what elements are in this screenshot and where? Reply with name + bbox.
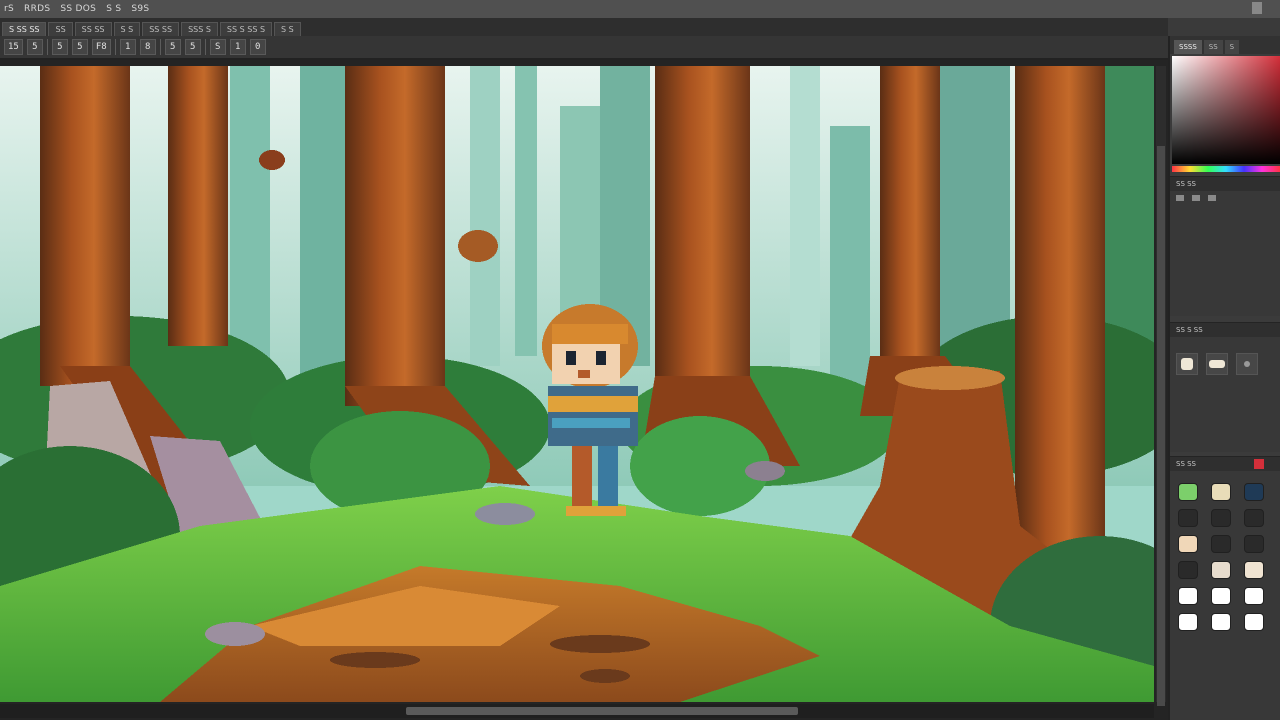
toolbar-button[interactable]: 5 xyxy=(164,39,181,55)
toolbar-button[interactable]: 1 xyxy=(119,39,136,55)
color-swatch[interactable] xyxy=(1178,561,1198,579)
document-tab[interactable]: SS S SS S xyxy=(219,22,273,36)
lock-icon[interactable] xyxy=(1208,195,1216,201)
brush-slot[interactable] xyxy=(1236,353,1258,375)
document-tab[interactable]: S SS SS xyxy=(2,22,47,36)
toolbar-button[interactable]: 0 xyxy=(249,39,266,55)
toolbar-button[interactable]: F8 xyxy=(91,39,111,55)
toolbar-button[interactable]: 15 xyxy=(4,39,23,55)
color-swatch[interactable] xyxy=(1244,561,1264,579)
toolbar-button[interactable]: 5 xyxy=(51,39,68,55)
section-title: SS S SS xyxy=(1176,326,1203,334)
toolbar-button[interactable]: 5 xyxy=(26,39,43,55)
right-side-panel: SSSS SS S SS SS SS S SS SS SS xyxy=(1168,36,1280,720)
brush-preview-icon xyxy=(1209,360,1225,368)
document-tab[interactable]: SSS S xyxy=(181,22,218,36)
tabbar-spacer xyxy=(1168,18,1280,36)
color-swatch[interactable] xyxy=(1178,483,1198,501)
scrollbar-thumb[interactable] xyxy=(406,707,798,715)
color-swatch[interactable] xyxy=(1211,483,1231,501)
scrollbar-thumb[interactable] xyxy=(1157,146,1165,706)
swatches-section: SS SS xyxy=(1170,456,1280,720)
brush-preview-icon xyxy=(1244,361,1250,367)
menu-item[interactable]: RRDS xyxy=(24,4,50,14)
document-tab-bar: S SS SS SS SS SS S S SS SS SSS S SS S SS… xyxy=(0,18,1168,36)
brush-grid xyxy=(1176,353,1276,375)
toolbar-button[interactable]: 5 xyxy=(184,39,201,55)
brush-section: SS S SS xyxy=(1170,322,1280,452)
color-swatch[interactable] xyxy=(1244,509,1264,527)
section-header: SS SS xyxy=(1170,457,1280,471)
panel-tab[interactable]: SSSS xyxy=(1174,40,1202,54)
active-color-chip[interactable] xyxy=(1254,459,1264,469)
color-swatch[interactable] xyxy=(1211,509,1231,527)
document-tab[interactable]: S S xyxy=(113,22,141,36)
menu-item[interactable]: S9S xyxy=(131,4,149,14)
horizontal-scrollbar[interactable] xyxy=(0,704,1154,718)
swatch-grid xyxy=(1178,483,1264,631)
color-swatch[interactable] xyxy=(1178,587,1198,605)
menu-item[interactable]: SS DOS xyxy=(60,4,96,14)
panel-tab[interactable]: SS xyxy=(1203,40,1223,54)
panel-tab[interactable]: S xyxy=(1224,40,1240,54)
hue-slider[interactable] xyxy=(1172,166,1280,172)
toolbar-divider xyxy=(46,39,48,55)
section-title: SS SS xyxy=(1176,460,1196,468)
toolbar-button[interactable]: 8 xyxy=(139,39,156,55)
color-swatch[interactable] xyxy=(1244,483,1264,501)
forest-scene-artwork xyxy=(0,66,1154,702)
color-swatch[interactable] xyxy=(1211,587,1231,605)
section-title: SS SS xyxy=(1176,180,1196,188)
color-swatch[interactable] xyxy=(1211,561,1231,579)
document-tab[interactable]: S S xyxy=(274,22,301,36)
vertical-scrollbar[interactable] xyxy=(1156,66,1166,706)
brush-preview-icon xyxy=(1181,358,1193,370)
document-tab[interactable]: SS SS xyxy=(74,22,112,36)
section-header: SS SS xyxy=(1170,177,1280,191)
visibility-icon[interactable] xyxy=(1192,195,1200,201)
canvas-area xyxy=(0,60,1168,720)
color-swatch[interactable] xyxy=(1178,613,1198,631)
pixel-art-canvas[interactable] xyxy=(0,66,1154,702)
layers-section: SS SS xyxy=(1170,176,1280,316)
pixel-art-editor-window: rS RRDS SS DOS S S S9S S SS SS SS SS SS … xyxy=(0,0,1280,720)
window-control-icon[interactable] xyxy=(1252,2,1262,14)
color-swatch[interactable] xyxy=(1244,535,1264,553)
tool-options-bar: 15 5 5 5 F8 1 8 5 5 S 1 0 xyxy=(0,36,1168,60)
brush-slot[interactable] xyxy=(1176,353,1198,375)
color-swatch[interactable] xyxy=(1178,535,1198,553)
color-swatch[interactable] xyxy=(1211,613,1231,631)
color-picker-field[interactable] xyxy=(1172,56,1280,164)
document-tab[interactable]: SS xyxy=(48,22,73,36)
toolbar-button[interactable]: S xyxy=(209,39,226,55)
color-swatch[interactable] xyxy=(1244,587,1264,605)
toolbar-button[interactable]: 1 xyxy=(229,39,246,55)
brush-slot[interactable] xyxy=(1206,353,1228,375)
menu-item[interactable]: rS xyxy=(4,4,14,14)
color-swatch[interactable] xyxy=(1211,535,1231,553)
document-tab[interactable]: SS SS xyxy=(142,22,180,36)
layer-icon xyxy=(1176,195,1184,201)
section-header: SS S SS xyxy=(1170,323,1280,337)
panel-tabs: SSSS SS S xyxy=(1170,36,1280,54)
toolbar-divider xyxy=(204,39,206,55)
layer-row[interactable] xyxy=(1170,191,1280,205)
color-swatch[interactable] xyxy=(1178,509,1198,527)
toolbar-button[interactable]: 5 xyxy=(71,39,88,55)
toolbar-divider xyxy=(159,39,161,55)
toolbar-divider xyxy=(114,39,116,55)
menu-bar: rS RRDS SS DOS S S S9S xyxy=(0,0,1280,18)
color-swatch[interactable] xyxy=(1244,613,1264,631)
menu-item[interactable]: S S xyxy=(106,4,121,14)
